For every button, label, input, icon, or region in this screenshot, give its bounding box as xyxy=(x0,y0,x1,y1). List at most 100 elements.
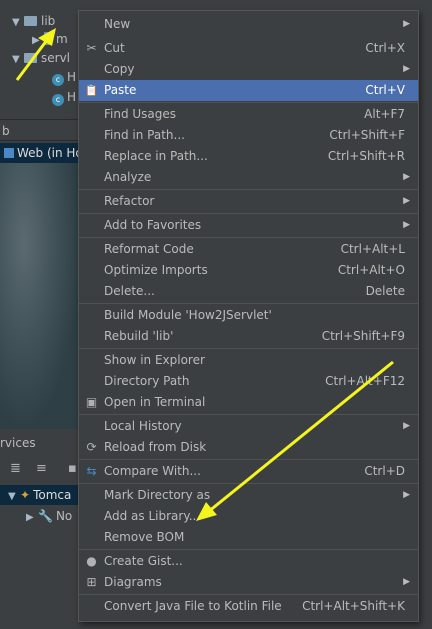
services-panel-title: rvices xyxy=(0,436,36,450)
submenu-arrow-icon: ▶ xyxy=(403,421,410,431)
menu-item-label: Find in Path... xyxy=(104,128,185,142)
menu-item-label: Analyze xyxy=(104,170,152,184)
menu-item-shortcut: Ctrl+Alt+Shift+K xyxy=(302,599,405,613)
menu-item-add-as-library[interactable]: Add as Library... xyxy=(79,506,418,527)
menu-separator xyxy=(79,102,418,103)
menu-item-label: Open in Terminal xyxy=(104,395,206,409)
collapse-arrow-icon[interactable]: ▶ xyxy=(26,509,38,527)
menu-item-reload-from-disk[interactable]: ⟳ Reload from Disk xyxy=(79,437,418,458)
menu-item-label: Cut xyxy=(104,41,125,55)
menu-separator xyxy=(79,189,418,190)
menu-item-cut[interactable]: ✂ Cut Ctrl+X xyxy=(79,38,418,59)
menu-item-label: Local History xyxy=(104,419,182,433)
menu-item-show-in-explorer[interactable]: Show in Explorer xyxy=(79,350,418,371)
tree-label-lib: lib xyxy=(41,14,56,28)
menu-separator xyxy=(79,237,418,238)
menu-item-label: Create Gist... xyxy=(104,554,183,568)
terminal-icon: ▣ xyxy=(85,395,98,409)
menu-item-shortcut: Ctrl+D xyxy=(364,464,405,478)
menu-item-remove-bom[interactable]: Remove BOM xyxy=(79,527,418,548)
menu-item-label: Reformat Code xyxy=(104,242,194,256)
menu-item-label: Refactor xyxy=(104,194,155,208)
menu-item-label: Convert Java File to Kotlin File xyxy=(104,599,282,613)
menu-item-optimize-imports[interactable]: Optimize Imports Ctrl+Alt+O xyxy=(79,260,418,281)
menu-item-shortcut: Ctrl+Shift+F9 xyxy=(321,329,405,343)
collapse-all-icon[interactable]: ≡ xyxy=(36,461,47,476)
group-icon[interactable]: ▪ xyxy=(68,461,77,476)
tree-row-class-2[interactable]: cH xyxy=(52,88,76,106)
scissors-icon: ✂ xyxy=(86,41,97,55)
wrench-icon: 🔧 xyxy=(38,509,53,523)
menu-item-label: Optimize Imports xyxy=(104,263,208,277)
menu-item-label: Delete... xyxy=(104,284,155,298)
menu-item-directory-path[interactable]: Directory Path Ctrl+Alt+F12 xyxy=(79,371,418,392)
menu-item-refactor[interactable]: Refactor ▶ xyxy=(79,191,418,212)
menu-item-reformat-code[interactable]: Reformat Code Ctrl+Alt+L xyxy=(79,239,418,260)
expand-arrow-icon[interactable]: ▼ xyxy=(12,14,24,32)
menu-item-label: Add to Favorites xyxy=(104,218,202,232)
menu-separator xyxy=(79,303,418,304)
menu-separator xyxy=(79,213,418,214)
menu-item-shortcut: Alt+F7 xyxy=(364,107,405,121)
tomcat-row[interactable]: ▼ ✦ Tomca xyxy=(8,486,71,504)
web-icon xyxy=(4,148,14,158)
expand-all-icon[interactable]: ≣ xyxy=(10,461,21,476)
menu-item-find-usages[interactable]: Find Usages Alt+F7 xyxy=(79,104,418,125)
menu-item-compare-with[interactable]: ⇆ Compare With... Ctrl+D xyxy=(79,461,418,482)
menu-item-shortcut: Ctrl+Shift+R xyxy=(327,149,405,163)
menu-item-replace-in-path[interactable]: Replace in Path... Ctrl+Shift+R xyxy=(79,146,418,167)
menu-separator xyxy=(79,459,418,460)
menu-item-shortcut: Ctrl+V xyxy=(365,83,405,97)
menu-item-label: Copy xyxy=(104,62,135,76)
menu-item-shortcut: Delete xyxy=(365,284,405,298)
github-icon: ● xyxy=(86,554,97,568)
menu-separator xyxy=(79,594,418,595)
menu-item-paste[interactable]: 📋 Paste Ctrl+V xyxy=(79,80,418,101)
menu-item-local-history[interactable]: Local History ▶ xyxy=(79,416,418,437)
tree-row-servlet[interactable]: ▼ servl xyxy=(12,49,70,67)
menu-item-copy[interactable]: Copy ▶ xyxy=(79,59,418,80)
menu-item-rebuild-lib[interactable]: Rebuild 'lib' Ctrl+Shift+F9 xyxy=(79,326,418,347)
menu-item-new[interactable]: New ▶ xyxy=(79,14,418,35)
menu-item-open-in-terminal[interactable]: ▣ Open in Terminal xyxy=(79,392,418,413)
menu-item-label: Show in Explorer xyxy=(104,353,205,367)
tree-row-class-1[interactable]: cH xyxy=(52,68,76,86)
not-started-label: No xyxy=(55,509,73,523)
services-toolbar: ≣ ≡ ▪ xyxy=(0,458,80,480)
submenu-arrow-icon: ▶ xyxy=(403,490,410,500)
expand-arrow-icon[interactable]: ▼ xyxy=(12,51,24,69)
menu-item-analyze[interactable]: Analyze ▶ xyxy=(79,167,418,188)
menu-item-diagrams[interactable]: ⊞ Diagrams ▶ xyxy=(79,572,418,593)
tree-label-servlet: servl xyxy=(41,51,71,65)
tree-label-class-2: H xyxy=(67,90,77,104)
tomcat-label: Tomca xyxy=(33,488,72,502)
folder-icon xyxy=(24,16,37,26)
context-menu: New ▶ ✂ Cut Ctrl+X Copy ▶ 📋 Paste Ctrl+V Find Usag… xyxy=(78,10,419,622)
menu-item-label: Mark Directory as xyxy=(104,488,211,502)
menu-item-label: Rebuild 'lib' xyxy=(104,329,174,343)
menu-separator xyxy=(79,483,418,484)
menu-item-mark-directory-as[interactable]: Mark Directory as ▶ xyxy=(79,485,418,506)
background-image xyxy=(0,163,80,429)
menu-item-delete[interactable]: Delete... Delete xyxy=(79,281,418,302)
menu-item-label: Paste xyxy=(104,83,137,97)
menu-separator xyxy=(79,348,418,349)
menu-item-shortcut: Ctrl+Alt+L xyxy=(340,242,405,256)
tree-label-jar: m xyxy=(56,32,68,46)
package-icon xyxy=(24,53,37,63)
collapse-arrow-icon[interactable]: ▶ xyxy=(32,32,44,50)
web-facet-row[interactable]: Web (in Ho xyxy=(0,143,83,163)
menu-item-build-module-how2jservlet[interactable]: Build Module 'How2JServlet' xyxy=(79,305,418,326)
menu-item-label: Replace in Path... xyxy=(104,149,208,163)
tree-row-lib[interactable]: ▼ lib xyxy=(12,12,55,30)
menu-item-shortcut: Ctrl+X xyxy=(365,41,405,55)
menu-item-add-to-favorites[interactable]: Add to Favorites ▶ xyxy=(79,215,418,236)
menu-item-create-gist[interactable]: ● Create Gist... xyxy=(79,551,418,572)
menu-item-convert-java-file-to-kotlin-file[interactable]: Convert Java File to Kotlin File Ctrl+Alt… xyxy=(79,596,418,617)
menu-item-find-in-path[interactable]: Find in Path... Ctrl+Shift+F xyxy=(79,125,418,146)
tree-row-jar[interactable]: ▶ m xyxy=(32,30,68,48)
class-icon: c xyxy=(52,94,64,106)
menu-item-shortcut: Ctrl+Alt+F12 xyxy=(325,374,405,388)
expand-arrow-icon[interactable]: ▼ xyxy=(8,488,20,506)
not-started-row[interactable]: ▶ 🔧 No xyxy=(26,507,72,525)
